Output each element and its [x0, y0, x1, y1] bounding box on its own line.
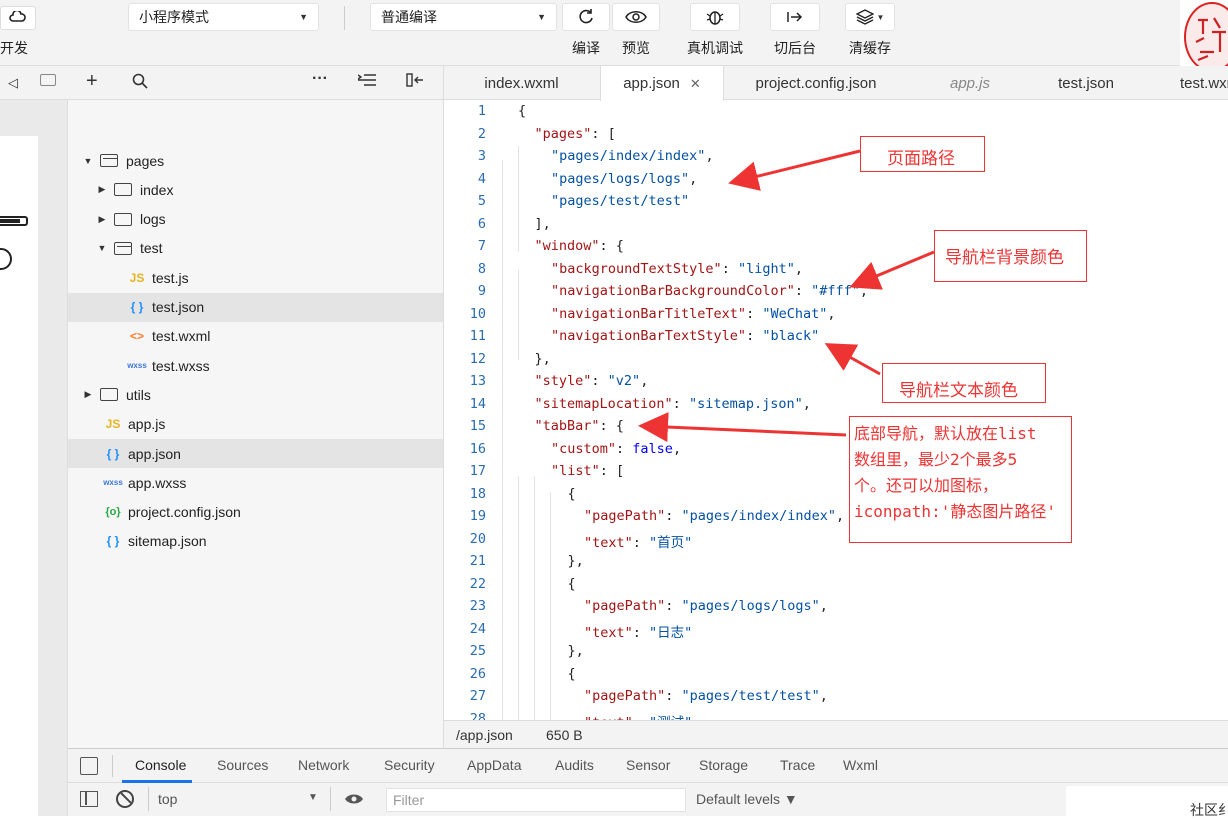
tab-sensor[interactable]: Sensor	[626, 757, 670, 773]
annotation-nav-text: 导航栏文本颜色	[882, 363, 1046, 403]
sidebar-toggle-icon[interactable]	[80, 791, 98, 807]
divider	[112, 755, 113, 777]
inspect-element-icon[interactable]	[80, 757, 98, 775]
chevron-down-icon[interactable]: ▼	[308, 792, 318, 803]
devtools-tabs: Console Sources Network Security AppData…	[68, 749, 1228, 783]
tab-network[interactable]: Network	[298, 757, 349, 773]
eye-icon[interactable]	[344, 792, 364, 809]
clear-console-icon[interactable]	[116, 790, 134, 808]
console-filter-input[interactable]: Filter	[386, 788, 686, 812]
context-select[interactable]: top	[158, 791, 177, 807]
annotation-tabbar-line: iconpath:'静态图片路径'	[854, 502, 1056, 521]
tab-wxml[interactable]: Wxml	[843, 757, 878, 773]
log-levels-select[interactable]: Default levels ▼	[696, 791, 798, 807]
tab-sources[interactable]: Sources	[217, 757, 268, 773]
divider	[148, 787, 149, 811]
tab-trace[interactable]: Trace	[780, 757, 815, 773]
arrow-nav-text	[824, 343, 881, 376]
devtools-panel: Console Sources Network Security AppData…	[68, 748, 1228, 816]
tab-audits[interactable]: Audits	[555, 757, 594, 773]
arrow-tabbar	[638, 412, 847, 443]
annotation-tabbar-line: 个。还可以加图标，	[854, 476, 999, 495]
divider	[330, 787, 331, 811]
annotation-nav-bg: 导航栏背景颜色	[934, 230, 1087, 282]
corner-overlay: 社区纟	[1066, 786, 1228, 818]
tab-appdata[interactable]: AppData	[467, 757, 521, 773]
annotation-tabbar-line: 底部导航，默认放在list	[854, 424, 1037, 443]
arrow-page-path	[728, 149, 861, 191]
arrow-nav-bg	[849, 250, 935, 290]
console-toolbar: top ▼ Filter Default levels ▼	[68, 783, 1228, 817]
annotation-arrows	[638, 149, 935, 443]
annotation-tabbar-line: 数组里，最少2个最多5	[854, 450, 1018, 469]
tab-storage[interactable]: Storage	[699, 757, 748, 773]
annotation-tabbar: 底部导航，默认放在list 数组里，最少2个最多5 个。还可以加图标， icon…	[849, 416, 1072, 543]
annotation-page-path: 页面路径	[860, 136, 985, 172]
tab-security[interactable]: Security	[384, 757, 435, 773]
community-label[interactable]: 社区纟	[1190, 800, 1228, 820]
tab-console[interactable]: Console	[135, 757, 186, 773]
